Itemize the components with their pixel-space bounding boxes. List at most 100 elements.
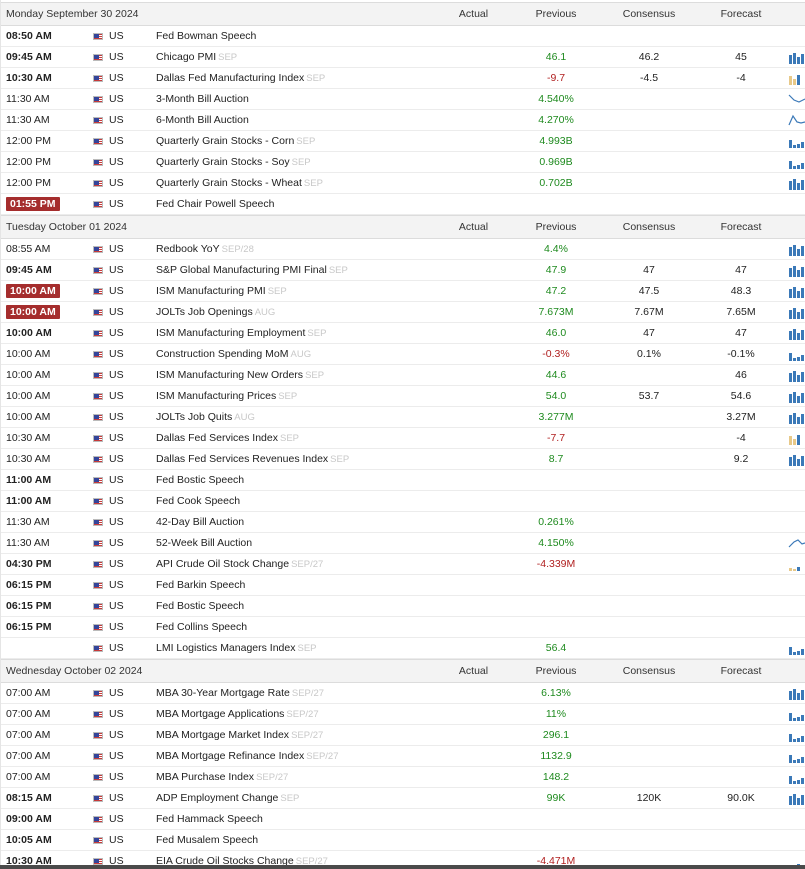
event-name-link[interactable]: Construction Spending MoM <box>156 348 289 360</box>
event-row[interactable]: 12:00 PM US Quarterly Grain Stocks - Corn S… <box>1 131 805 152</box>
previous-column-header[interactable]: Previous <box>506 3 606 26</box>
event-name-cell[interactable]: MBA 30-Year Mortgage Rate SEP/27 <box>156 683 456 704</box>
event-name-cell[interactable]: ADP Employment Change SEP <box>156 788 456 809</box>
event-name-cell[interactable]: MBA Mortgage Market Index SEP/27 <box>156 725 456 746</box>
sparkline-chart[interactable] <box>788 92 805 106</box>
sparkline-chart[interactable] <box>788 770 805 784</box>
event-row[interactable]: 07:00 AM US MBA Mortgage Refinance Index SE… <box>1 746 805 767</box>
event-name-cell[interactable]: MBA Mortgage Applications SEP/27 <box>156 704 456 725</box>
event-name-cell[interactable]: Dallas Fed Services Revenues Index SEP <box>156 449 456 470</box>
event-row[interactable]: 08:50 AM US Fed Bowman Speech <box>1 26 805 47</box>
event-name-cell[interactable]: ISM Manufacturing Employment SEP <box>156 323 456 344</box>
event-name-link[interactable]: API Crude Oil Stock Change <box>156 558 289 570</box>
event-name-cell[interactable]: API Crude Oil Stock Change SEP/27 <box>156 554 456 575</box>
event-row[interactable]: 08:55 AM US Redbook YoY SEP/28 4.4% <box>1 239 805 260</box>
event-name-link[interactable]: Fed Cook Speech <box>156 495 240 507</box>
event-name-link[interactable]: ISM Manufacturing Prices <box>156 390 276 402</box>
forecast-column-header[interactable]: Forecast <box>691 660 791 683</box>
sparkline-chart[interactable] <box>788 641 805 655</box>
event-row[interactable]: 10:30 AM US Dallas Fed Manufacturing Index… <box>1 68 805 89</box>
event-row[interactable]: 06:15 PM US Fed Barkin Speech <box>1 575 805 596</box>
event-row[interactable]: 10:00 AM US JOLTs Job Quits AUG 3.277M 3.27M <box>1 407 805 428</box>
forecast-column-header[interactable]: Forecast <box>691 216 791 239</box>
sparkline-chart[interactable] <box>788 134 805 148</box>
event-row[interactable]: 07:00 AM US MBA Purchase Index SEP/27 148.2 <box>1 767 805 788</box>
event-name-cell[interactable]: ISM Manufacturing PMI SEP <box>156 281 456 302</box>
event-name-cell[interactable]: Fed Bowman Speech <box>156 26 456 46</box>
consensus-column-header[interactable]: Consensus <box>599 216 699 239</box>
event-row[interactable]: 04:30 PM US API Crude Oil Stock Change SEP/… <box>1 554 805 575</box>
event-name-cell[interactable]: Fed Musalem Speech <box>156 830 456 850</box>
event-row[interactable]: 11:00 AM US Fed Cook Speech <box>1 491 805 512</box>
event-row[interactable]: US LMI Logistics Managers Index SEP 56.4 <box>1 638 805 659</box>
event-name-link[interactable]: Fed Bowman Speech <box>156 30 256 42</box>
sparkline-chart[interactable] <box>788 326 805 340</box>
event-name-link[interactable]: 6-Month Bill Auction <box>156 114 249 126</box>
event-name-link[interactable]: 3-Month Bill Auction <box>156 93 249 105</box>
event-name-link[interactable]: MBA Purchase Index <box>156 771 254 783</box>
sparkline-chart[interactable] <box>788 557 805 571</box>
forecast-column-header[interactable]: Forecast <box>691 3 791 26</box>
event-row[interactable]: 09:00 AM US Fed Hammack Speech <box>1 809 805 830</box>
event-name-cell[interactable]: Fed Bostic Speech <box>156 596 456 616</box>
event-row[interactable]: 10:00 AM US JOLTs Job Openings AUG 7.673M 7.6… <box>1 302 805 323</box>
event-row[interactable]: 10:00 AM US ISM Manufacturing New Orders SE… <box>1 365 805 386</box>
event-row[interactable]: 10:00 AM US ISM Manufacturing Employment SE… <box>1 323 805 344</box>
event-name-link[interactable]: Dallas Fed Services Revenues Index <box>156 453 328 465</box>
event-name-cell[interactable]: 3-Month Bill Auction <box>156 89 456 109</box>
event-name-link[interactable]: Chicago PMI <box>156 51 216 63</box>
sparkline-chart[interactable] <box>788 368 805 382</box>
event-name-cell[interactable]: JOLTs Job Openings AUG <box>156 302 456 323</box>
sparkline-chart[interactable] <box>788 71 805 85</box>
event-row[interactable]: 07:00 AM US MBA 30-Year Mortgage Rate SEP/2… <box>1 683 805 704</box>
event-name-cell[interactable]: LMI Logistics Managers Index SEP <box>156 638 456 659</box>
event-name-cell[interactable]: Dallas Fed Services Index SEP <box>156 428 456 449</box>
event-name-cell[interactable]: JOLTs Job Quits AUG <box>156 407 456 428</box>
event-row[interactable]: 12:00 PM US Quarterly Grain Stocks - Wheat… <box>1 173 805 194</box>
sparkline-chart[interactable] <box>788 728 805 742</box>
sparkline-chart[interactable] <box>788 284 805 298</box>
event-row[interactable]: 10:30 AM US Dallas Fed Services Revenues I… <box>1 449 805 470</box>
event-name-link[interactable]: Fed Bostic Speech <box>156 474 244 486</box>
event-name-cell[interactable]: ISM Manufacturing New Orders SEP <box>156 365 456 386</box>
event-row[interactable]: 11:30 AM US 6-Month Bill Auction 4.270% <box>1 110 805 131</box>
sparkline-chart[interactable] <box>788 305 805 319</box>
event-row[interactable]: 12:00 PM US Quarterly Grain Stocks - Soy SE… <box>1 152 805 173</box>
event-name-cell[interactable]: S&P Global Manufacturing PMI Final SEP <box>156 260 456 281</box>
event-name-cell[interactable]: Quarterly Grain Stocks - Wheat SEP <box>156 173 456 194</box>
sparkline-chart[interactable] <box>788 242 805 256</box>
event-row[interactable]: 10:00 AM US ISM Manufacturing PMI SEP 47.2 47… <box>1 281 805 302</box>
event-name-link[interactable]: Quarterly Grain Stocks - Wheat <box>156 177 302 189</box>
event-name-link[interactable]: Fed Hammack Speech <box>156 813 263 825</box>
event-name-link[interactable]: ISM Manufacturing Employment <box>156 327 305 339</box>
event-name-cell[interactable]: Fed Bostic Speech <box>156 470 456 490</box>
sparkline-chart[interactable] <box>788 410 805 424</box>
event-name-link[interactable]: S&P Global Manufacturing PMI Final <box>156 264 327 276</box>
event-name-link[interactable]: MBA 30-Year Mortgage Rate <box>156 687 290 699</box>
event-row[interactable]: 11:30 AM US 52-Week Bill Auction 4.150% <box>1 533 805 554</box>
event-name-cell[interactable]: ISM Manufacturing Prices SEP <box>156 386 456 407</box>
event-row[interactable]: 11:30 AM US 42-Day Bill Auction 0.261% <box>1 512 805 533</box>
event-name-link[interactable]: ISM Manufacturing PMI <box>156 285 266 297</box>
sparkline-chart[interactable] <box>788 431 805 445</box>
sparkline-chart[interactable] <box>788 686 805 700</box>
sparkline-chart[interactable] <box>788 155 805 169</box>
previous-column-header[interactable]: Previous <box>506 660 606 683</box>
event-name-cell[interactable]: MBA Mortgage Refinance Index SEP/27 <box>156 746 456 767</box>
event-name-cell[interactable]: Construction Spending MoM AUG <box>156 344 456 365</box>
sparkline-chart[interactable] <box>788 113 805 127</box>
event-name-cell[interactable]: Dallas Fed Manufacturing Index SEP <box>156 68 456 89</box>
event-name-link[interactable]: JOLTs Job Quits <box>156 411 232 423</box>
sparkline-chart[interactable] <box>788 749 805 763</box>
event-name-link[interactable]: Quarterly Grain Stocks - Soy <box>156 156 290 168</box>
event-name-cell[interactable]: Quarterly Grain Stocks - Corn SEP <box>156 131 456 152</box>
event-name-cell[interactable]: Quarterly Grain Stocks - Soy SEP <box>156 152 456 173</box>
event-name-cell[interactable]: 42-Day Bill Auction <box>156 512 456 532</box>
sparkline-chart[interactable] <box>788 347 805 361</box>
event-row[interactable]: 08:15 AM US ADP Employment Change SEP 99K 120… <box>1 788 805 809</box>
event-row[interactable]: 09:45 AM US Chicago PMI SEP 46.1 46.2 45 <box>1 47 805 68</box>
event-name-cell[interactable]: 6-Month Bill Auction <box>156 110 456 130</box>
event-row[interactable]: 11:30 AM US 3-Month Bill Auction 4.540% <box>1 89 805 110</box>
event-name-link[interactable]: Fed Bostic Speech <box>156 600 244 612</box>
event-row[interactable]: 10:00 AM US Construction Spending MoM AUG -0… <box>1 344 805 365</box>
